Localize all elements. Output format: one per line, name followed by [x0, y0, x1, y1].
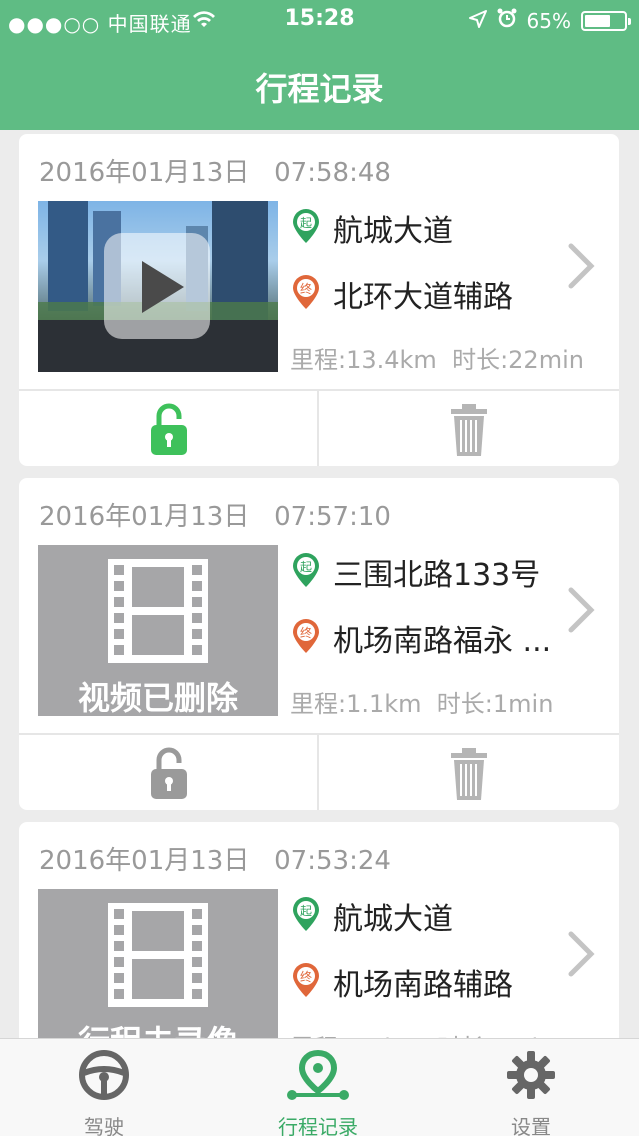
start-location: 三围北路133号 — [333, 558, 541, 593]
delete-button[interactable] — [450, 747, 488, 805]
end-location: 北环大道辅路 — [333, 280, 513, 315]
end-pin-icon: 终 — [291, 274, 321, 314]
trip-card[interactable]: 2016年01月13日 07:57:10 视频已删除 起 三围北路133号 终 … — [19, 478, 619, 810]
lock-button[interactable] — [150, 403, 188, 461]
trip-date: 2016年01月13日 — [39, 502, 250, 532]
film-icon — [108, 559, 208, 667]
action-divider — [317, 391, 319, 466]
trip-distance: 里程:13.4km — [290, 346, 437, 374]
trip-date: 2016年01月13日 — [39, 846, 250, 876]
end-pin-icon: 终 — [291, 962, 321, 1002]
location-arrow-icon — [468, 9, 487, 33]
trip-duration: 时长:1min — [436, 690, 554, 718]
tab-driving-label: 驾驶 — [84, 1115, 124, 1136]
page-title: 行程记录 — [255, 70, 384, 108]
alarm-icon — [497, 8, 517, 33]
tab-driving[interactable]: 驾驶 — [24, 1039, 184, 1136]
tab-settings-label: 设置 — [511, 1115, 551, 1136]
trip-datetime: 2016年01月13日 07:58:48 — [39, 152, 391, 189]
trip-stats: 里程:13.4km 时长:22min — [290, 340, 584, 375]
steering-wheel-icon — [78, 1049, 130, 1105]
chevron-right-icon[interactable] — [567, 242, 597, 294]
route-pin-icon — [286, 1049, 350, 1107]
tab-bar: 驾驶 行程记录 设置 — [0, 1038, 639, 1136]
header: ●●●○○ 中国联通 15:28 65% 行程记录 — [0, 0, 639, 130]
status-bar: ●●●○○ 中国联通 15:28 65% — [0, 0, 639, 42]
end-location: 机场南路辅路 — [333, 968, 513, 1003]
trip-time: 07:53:24 — [274, 846, 391, 876]
svg-text:终: 终 — [300, 281, 312, 296]
gear-icon — [505, 1049, 557, 1105]
chevron-right-icon[interactable] — [567, 586, 597, 638]
action-divider — [317, 735, 319, 810]
trip-stats: 里程:1.1km 时长:1min — [290, 684, 553, 719]
tab-trip-records[interactable]: 行程记录 — [238, 1039, 398, 1136]
trip-thumbnail-placeholder: 视频已删除 — [38, 545, 278, 716]
svg-text:起: 起 — [300, 560, 312, 574]
trip-distance: 里程:1.1km — [290, 690, 422, 718]
start-pin-icon: 起 — [291, 208, 321, 248]
svg-text:起: 起 — [300, 216, 312, 230]
status-right: 65% — [468, 8, 631, 33]
trip-actions — [19, 389, 619, 466]
thumbnail-caption: 视频已删除 — [77, 679, 238, 716]
delete-button[interactable] — [450, 403, 488, 461]
end-location: 机场南路福永 ... — [333, 624, 552, 659]
svg-text:终: 终 — [300, 969, 312, 984]
start-pin-icon: 起 — [291, 552, 321, 592]
lock-button[interactable] — [150, 747, 188, 805]
trip-datetime: 2016年01月13日 07:53:24 — [39, 840, 391, 877]
end-pin-icon: 终 — [291, 618, 321, 658]
trip-datetime: 2016年01月13日 07:57:10 — [39, 496, 391, 533]
tab-settings[interactable]: 设置 — [451, 1039, 611, 1136]
trip-time: 07:58:48 — [274, 158, 391, 188]
battery-percent: 65% — [526, 8, 571, 33]
trip-date: 2016年01月13日 — [39, 158, 250, 188]
play-icon[interactable] — [104, 233, 210, 339]
trip-video-thumbnail[interactable] — [38, 201, 278, 372]
svg-text:起: 起 — [300, 904, 312, 918]
start-location: 航城大道 — [333, 902, 453, 937]
trip-actions — [19, 733, 619, 810]
trip-duration: 时长:22min — [452, 346, 584, 374]
trip-thumbnail-placeholder: 行程未录像 — [38, 889, 278, 1060]
tab-trip-records-label: 行程记录 — [278, 1115, 358, 1136]
trip-time: 07:57:10 — [274, 502, 391, 532]
start-location: 航城大道 — [333, 214, 453, 249]
chevron-right-icon[interactable] — [567, 930, 597, 982]
film-icon — [108, 903, 208, 1011]
battery-icon — [581, 10, 631, 31]
trip-card[interactable]: 2016年01月13日 07:58:48 起 航城大道 终 北环大道辅路 里程:… — [19, 134, 619, 466]
start-pin-icon: 起 — [291, 896, 321, 936]
svg-text:终: 终 — [300, 625, 312, 640]
